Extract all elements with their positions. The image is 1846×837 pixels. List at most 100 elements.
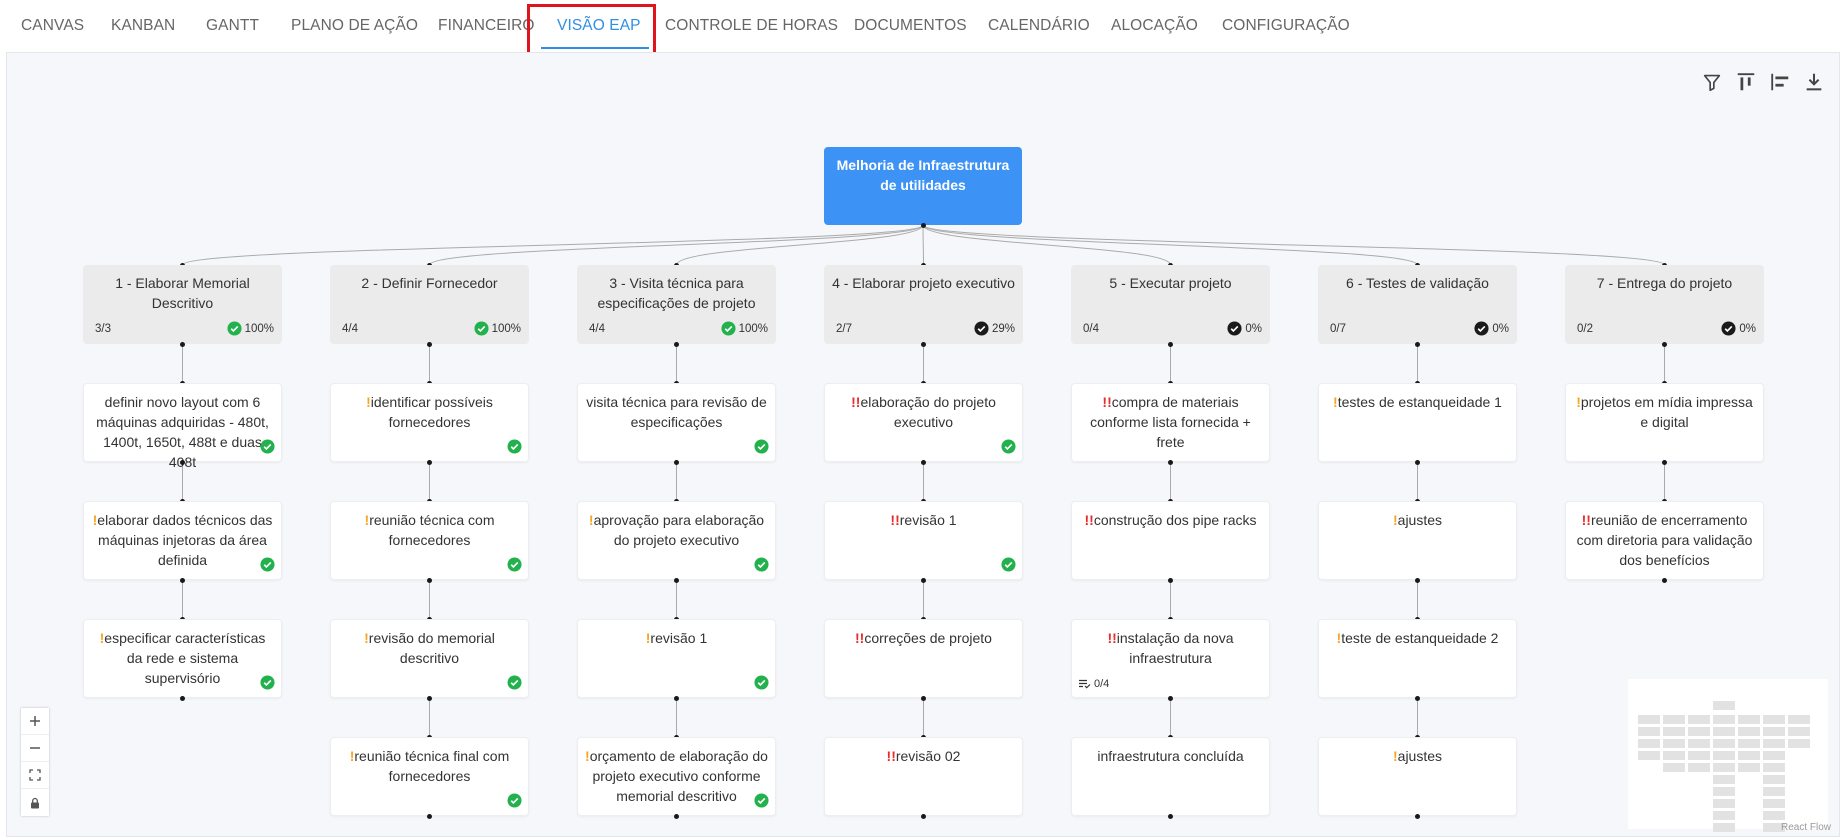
- connection-handle[interactable]: [1662, 459, 1667, 465]
- task-node[interactable]: !!compra de materiais conforme lista for…: [1071, 383, 1270, 462]
- connection-handle[interactable]: [1168, 695, 1173, 701]
- connection-handle[interactable]: [180, 341, 185, 347]
- root-node[interactable]: Melhoria de Infraestrutura de utilidades: [824, 147, 1022, 225]
- connection-handle[interactable]: [921, 577, 926, 583]
- task-node[interactable]: !!instalação da nova infraestrutura 0/4: [1071, 619, 1270, 698]
- connection-handle[interactable]: [921, 341, 926, 347]
- task-label: !orçamento de elaboração do projeto exec…: [584, 746, 769, 806]
- connection-handle[interactable]: [1168, 813, 1173, 819]
- connection-handle[interactable]: [1415, 577, 1420, 583]
- phase-node[interactable]: 7 - Entrega do projeto 0/2 0%: [1565, 265, 1764, 344]
- connection-handle[interactable]: [921, 813, 926, 819]
- connection-handle[interactable]: [674, 695, 679, 701]
- connection-handle[interactable]: [427, 695, 432, 701]
- task-label: !especificar características da rede e s…: [90, 628, 275, 688]
- task-node[interactable]: !elaborar dados técnicos das máquinas in…: [83, 501, 282, 580]
- lock-icon[interactable]: [21, 789, 49, 816]
- connection-handle[interactable]: [921, 695, 926, 701]
- connection-handle[interactable]: [1415, 341, 1420, 347]
- task-node[interactable]: !!elaboração do projeto executivo: [824, 383, 1023, 462]
- task-node[interactable]: !revisão do memorial descritivo: [330, 619, 529, 698]
- download-icon[interactable]: [1803, 71, 1825, 93]
- connection-handle[interactable]: [674, 577, 679, 583]
- align-left-icon[interactable]: [1769, 71, 1791, 93]
- task-node[interactable]: !projetos em mídia impressa e digital: [1565, 383, 1764, 462]
- connection-handle[interactable]: [180, 459, 185, 465]
- connection-handle[interactable]: [427, 577, 432, 583]
- connection-handle[interactable]: [921, 459, 926, 465]
- task-node[interactable]: !reunião técnica final com fornecedores: [330, 737, 529, 816]
- task-text: revisão 02: [895, 748, 961, 764]
- connection-handle[interactable]: [1168, 577, 1173, 583]
- task-node[interactable]: !ajustes: [1318, 737, 1517, 816]
- connection-handle[interactable]: [427, 459, 432, 465]
- connection-handle[interactable]: [1662, 341, 1667, 347]
- task-node[interactable]: visita técnica para revisão de especific…: [577, 383, 776, 462]
- phase-node[interactable]: 2 - Definir Fornecedor 4/4 100%: [330, 265, 529, 344]
- phase-node[interactable]: 5 - Executar projeto 0/4 0%: [1071, 265, 1270, 344]
- connection-handle[interactable]: [1168, 459, 1173, 465]
- connection-handle[interactable]: [180, 577, 185, 583]
- minimap[interactable]: [1628, 679, 1828, 832]
- phase-node[interactable]: 4 - Elaborar projeto executivo 2/7 29%: [824, 265, 1023, 344]
- connection-handle[interactable]: [1662, 577, 1667, 583]
- task-node[interactable]: !!construção dos pipe racks: [1071, 501, 1270, 580]
- zoom-in-icon[interactable]: [21, 708, 49, 735]
- task-node[interactable]: !!correções de projeto: [824, 619, 1023, 698]
- tab-plano-de-acao[interactable]: PLANO DE AÇÃO: [291, 17, 418, 35]
- fit-view-icon[interactable]: [21, 762, 49, 789]
- zoom-out-icon[interactable]: [21, 735, 49, 762]
- connection-handle[interactable]: [180, 695, 185, 701]
- tab-controle-de-horas[interactable]: CONTROLE DE HORAS: [665, 17, 838, 35]
- task-node[interactable]: !testes de estanqueidade 1: [1318, 383, 1517, 462]
- tab-financeiro[interactable]: FINANCEIRO: [438, 17, 535, 35]
- task-node[interactable]: !aprovação para elaboração do projeto ex…: [577, 501, 776, 580]
- react-flow-attribution[interactable]: React Flow: [1781, 822, 1831, 833]
- task-node[interactable]: !reunião técnica com fornecedores: [330, 501, 529, 580]
- connection-handle[interactable]: [1415, 459, 1420, 465]
- connection-handle[interactable]: [1415, 813, 1420, 819]
- tab-documentos[interactable]: DOCUMENTOS: [854, 17, 967, 35]
- task-node[interactable]: !!revisão 1: [824, 501, 1023, 580]
- check-circle-icon: [260, 439, 275, 454]
- task-node[interactable]: !ajustes: [1318, 501, 1517, 580]
- task-node[interactable]: infraestrutura concluída: [1071, 737, 1270, 816]
- phase-node[interactable]: 3 - Visita técnica para especificações d…: [577, 265, 776, 344]
- task-node[interactable]: !!revisão 02: [824, 737, 1023, 816]
- minimap-node: [1688, 751, 1710, 760]
- align-top-icon[interactable]: [1735, 71, 1757, 93]
- tab-gantt[interactable]: GANTT: [206, 17, 259, 35]
- tab-alocacao[interactable]: ALOCAÇÃO: [1111, 17, 1198, 35]
- connection-handle[interactable]: [427, 813, 432, 819]
- task-node[interactable]: !teste de estanqueidade 2: [1318, 619, 1517, 698]
- connection-handle[interactable]: [674, 459, 679, 465]
- task-node[interactable]: !especificar características da rede e s…: [83, 619, 282, 698]
- connection-handle[interactable]: [920, 222, 926, 228]
- connection-handle[interactable]: [674, 813, 679, 819]
- minimap-node: [1688, 763, 1710, 772]
- minimap-node: [1713, 823, 1735, 832]
- connection-handle[interactable]: [1415, 695, 1420, 701]
- tab-kanban[interactable]: KANBAN: [111, 17, 175, 35]
- filter-icon[interactable]: [1701, 71, 1723, 93]
- phase-progress: 100%: [474, 321, 521, 336]
- task-text: ajustes: [1397, 748, 1443, 764]
- task-node[interactable]: !!reunião de encerramento com diretoria …: [1565, 501, 1764, 580]
- phase-node[interactable]: 1 - Elaborar Memorial Descritivo 3/3 100%: [83, 265, 282, 344]
- task-node[interactable]: !revisão 1: [577, 619, 776, 698]
- minimap-node: [1763, 751, 1785, 760]
- wbs-canvas[interactable]: Melhoria de Infraestrutura de utilidades…: [6, 52, 1840, 837]
- task-label: infraestrutura concluída: [1078, 746, 1263, 766]
- phase-percent: 100%: [738, 322, 768, 335]
- task-node[interactable]: !orçamento de elaboração do projeto exec…: [577, 737, 776, 816]
- task-node[interactable]: definir novo layout com 6 máquinas adqui…: [83, 383, 282, 470]
- tab-calendario[interactable]: CALENDÁRIO: [988, 17, 1090, 35]
- task-node[interactable]: !identificar possíveis fornecedores: [330, 383, 529, 462]
- connection-handle[interactable]: [674, 341, 679, 347]
- check-circle-icon: [507, 793, 522, 808]
- tab-configuracao[interactable]: CONFIGURAÇÃO: [1222, 17, 1350, 35]
- tab-canvas[interactable]: CANVAS: [21, 17, 84, 35]
- connection-handle[interactable]: [427, 341, 432, 347]
- connection-handle[interactable]: [1168, 341, 1173, 347]
- phase-node[interactable]: 6 - Testes de validação 0/7 0%: [1318, 265, 1517, 344]
